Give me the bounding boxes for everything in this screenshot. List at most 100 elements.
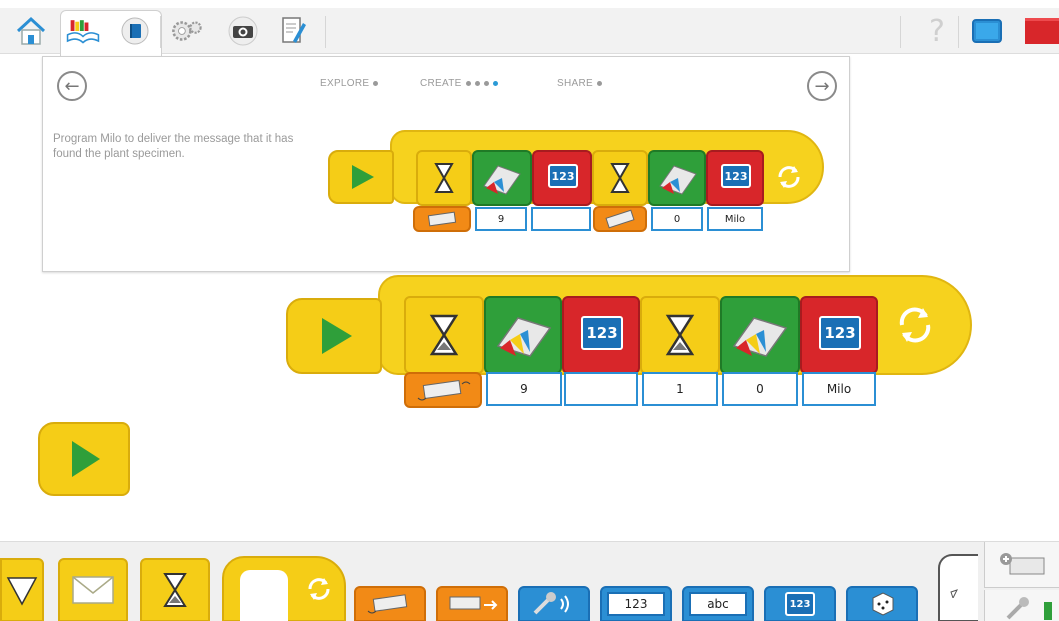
sample-input-field[interactable]: 9 (475, 207, 527, 231)
camera-button[interactable] (226, 14, 260, 48)
wait-block[interactable] (640, 296, 720, 374)
input-field[interactable]: 0 (722, 372, 798, 406)
library-icon (66, 20, 100, 44)
sample-tilt-sensor-input[interactable] (413, 206, 471, 232)
envelope-icon (72, 576, 114, 604)
sample-wait-block[interactable] (592, 150, 648, 206)
settings-button[interactable] (170, 14, 204, 48)
comment-bubble-button[interactable] (938, 554, 978, 621)
previous-page-button[interactable]: ← (57, 71, 87, 101)
sample-light-block[interactable] (648, 150, 706, 206)
arrow-left-icon: ← (64, 75, 80, 97)
sample-input-field[interactable]: 0 (651, 207, 703, 231)
gears-icon (172, 21, 202, 41)
palette-sound-sensor-block[interactable] (518, 586, 590, 621)
light-color-icon (732, 317, 788, 357)
palette-message-block[interactable] (58, 558, 128, 621)
app-root: ? ← → EXPLORE CREATE SHARE Program Milo … (0, 0, 1059, 621)
start-block[interactable] (286, 298, 382, 374)
input-field[interactable] (564, 372, 638, 406)
input-field[interactable]: Milo (802, 372, 876, 406)
add-hub-icon (1000, 552, 1045, 574)
tilt-sensor-icon (427, 211, 457, 227)
home-button[interactable] (14, 14, 48, 48)
document-icon (282, 17, 306, 43)
sample-wait-block[interactable] (416, 150, 472, 206)
palette-text-block[interactable]: abc (682, 586, 754, 621)
palette-loop-block[interactable] (222, 556, 346, 621)
palette-wait-block[interactable] (140, 558, 210, 621)
stop-button[interactable] (1025, 14, 1059, 48)
step-share[interactable]: SHARE (557, 78, 602, 89)
help-button[interactable]: ? (920, 13, 954, 49)
sample-display-block[interactable]: 123 (532, 150, 592, 206)
step-explore-label: EXPLORE (320, 78, 370, 89)
wait-block[interactable] (404, 296, 484, 374)
block-palette: 123 abc 123 (0, 541, 1059, 621)
sample-tilt-sensor-input[interactable] (593, 206, 647, 232)
hourglass-icon (610, 163, 630, 193)
tilt-sensor-input[interactable] (404, 372, 482, 408)
arrow-right-icon: → (814, 75, 830, 97)
input-field[interactable]: 9 (486, 372, 562, 406)
camera-icon (228, 16, 258, 46)
play-icon (352, 165, 374, 189)
home-icon (16, 16, 46, 45)
palette-conditional-block[interactable] (0, 558, 44, 621)
toolbar-divider (325, 16, 326, 48)
loop-icon (772, 160, 806, 194)
toolbar-divider (900, 16, 901, 48)
document-button[interactable] (276, 14, 310, 48)
sample-input-field[interactable]: Milo (707, 207, 763, 231)
tilt-sensor-icon (605, 209, 635, 229)
sample-start-block[interactable] (328, 150, 394, 204)
loop-slot (240, 570, 288, 621)
screen-button[interactable] (970, 14, 1004, 48)
display-number-icon: 123 (721, 164, 751, 188)
add-device-button[interactable] (984, 542, 1059, 588)
step-dot (596, 80, 602, 86)
speech-bubble-icon (950, 589, 958, 598)
next-page-button[interactable]: → (807, 71, 837, 101)
loose-start-block[interactable] (38, 422, 130, 496)
display-number-icon: 123 (548, 164, 578, 188)
sound-sensor-device-button[interactable] (984, 590, 1059, 621)
light-block[interactable] (484, 296, 562, 374)
step-create[interactable]: CREATE (420, 78, 498, 89)
input-field[interactable]: 1 (642, 372, 718, 406)
step-explore[interactable]: EXPLORE (320, 78, 379, 89)
number-input: 123 (607, 592, 665, 616)
loop-icon (890, 300, 940, 350)
play-icon (72, 441, 100, 477)
step-dot (474, 80, 480, 86)
toolbar-divider (958, 16, 959, 48)
display-block[interactable]: 123 (800, 296, 878, 374)
book-button[interactable] (118, 14, 152, 48)
sample-display-block[interactable]: 123 (706, 150, 764, 206)
step-dot (483, 80, 489, 86)
display-number-icon: 123 (819, 316, 861, 350)
tilt-sensor-icon (417, 379, 471, 401)
toolbar-top-strip (0, 0, 1059, 8)
card-description: Program Milo to deliver the message that… (53, 133, 294, 160)
light-color-icon (496, 317, 552, 357)
light-color-icon (483, 165, 521, 195)
light-block[interactable] (720, 296, 800, 374)
help-icon: ? (929, 13, 945, 49)
display-block[interactable]: 123 (562, 296, 640, 374)
palette-motion-sensor-block[interactable] (436, 586, 508, 621)
text-input: abc (689, 592, 747, 616)
palette-random-block[interactable] (846, 586, 918, 621)
palette-display-input-block[interactable]: 123 (764, 586, 836, 621)
condition-icon (6, 577, 38, 606)
light-color-icon (659, 165, 697, 195)
step-share-label: SHARE (557, 78, 593, 89)
microphone-icon (533, 592, 569, 615)
palette-number-block[interactable]: 123 (600, 586, 672, 621)
toolbar-divider (160, 16, 161, 48)
sample-light-block[interactable] (472, 150, 532, 206)
palette-tilt-sensor-block[interactable] (354, 586, 426, 621)
tilt-sensor-icon (367, 594, 408, 614)
library-button[interactable] (66, 14, 100, 48)
sample-input-field[interactable] (531, 207, 591, 231)
